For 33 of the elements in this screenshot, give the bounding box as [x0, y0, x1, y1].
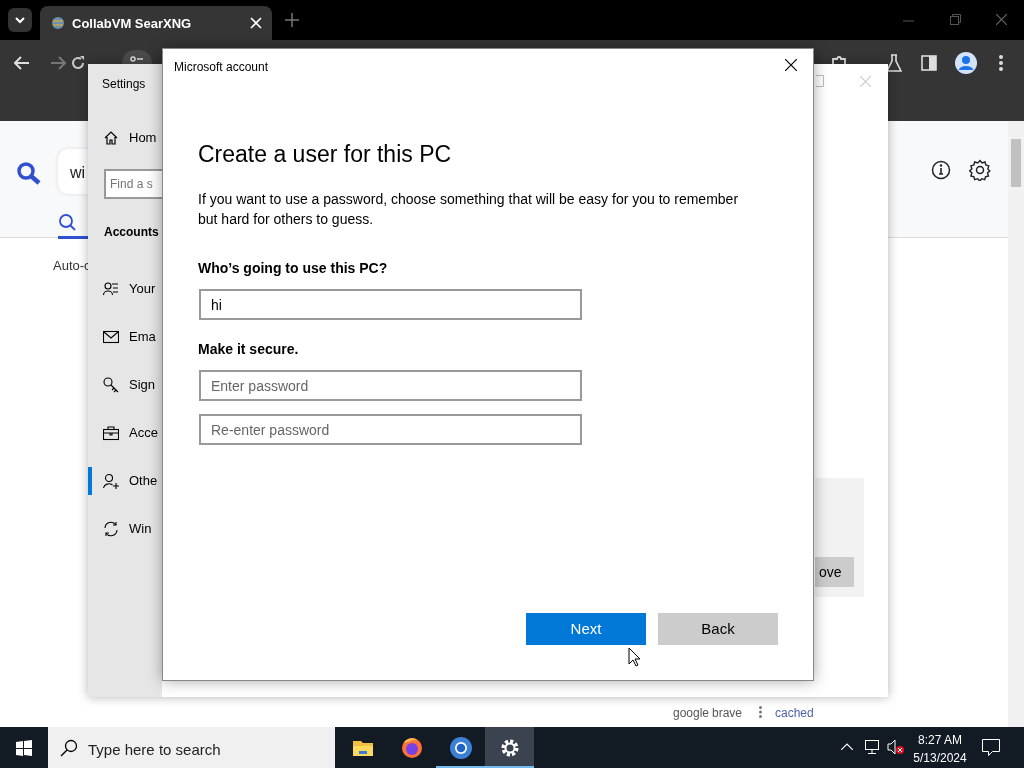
username-field[interactable]: hi	[199, 289, 582, 320]
cached-link[interactable]: cached	[775, 704, 814, 722]
taskbar-search-field[interactable]: Type here to search	[48, 727, 335, 768]
nav-item[interactable]: Win	[88, 509, 162, 549]
section-heading: Accounts	[104, 224, 159, 241]
clock-time: 8:27 AM	[917, 732, 963, 749]
nav-item[interactable]: Othe	[88, 461, 162, 501]
result-note: Auto-c	[53, 257, 91, 275]
home-link[interactable]: Hom	[88, 118, 162, 158]
next-button[interactable]: Next	[526, 613, 646, 645]
dialog-description: If you want to use a password, choose something that will be easy for you to remember but hard for others to guess.	[198, 190, 740, 229]
remove-button[interactable]: ove	[815, 557, 854, 587]
nav-item[interactable]: Your	[88, 269, 162, 309]
dialog-title: Microsoft account	[174, 59, 269, 76]
search-query: wi	[70, 163, 86, 183]
find-setting-field[interactable]: Find a s	[104, 169, 162, 199]
password-field[interactable]: Enter password	[199, 370, 582, 401]
nav-item[interactable]: Acce	[88, 413, 162, 453]
tab-title: CollabVM SearXNG	[72, 15, 192, 33]
engine-name: brave	[712, 705, 743, 722]
password-field[interactable]: Re-enter password	[199, 414, 582, 445]
browser-tab[interactable]: CollabVM SearXNG	[40, 6, 272, 40]
field-label: Make it secure.	[198, 340, 299, 359]
nav-item[interactable]: Ema	[88, 317, 162, 357]
clock-date: 5/13/2024	[912, 750, 968, 767]
engine-name: google	[673, 705, 710, 722]
back-button[interactable]: Back	[658, 613, 778, 645]
dialog-heading: Create a user for this PC	[198, 140, 452, 169]
nav-item[interactable]: Sign	[88, 365, 162, 405]
search-placeholder: Type here to search	[88, 740, 221, 760]
search-field[interactable]: wi	[58, 149, 88, 194]
window-title: Settings	[102, 76, 146, 93]
field-label: Who’s going to use this PC?	[198, 259, 388, 278]
